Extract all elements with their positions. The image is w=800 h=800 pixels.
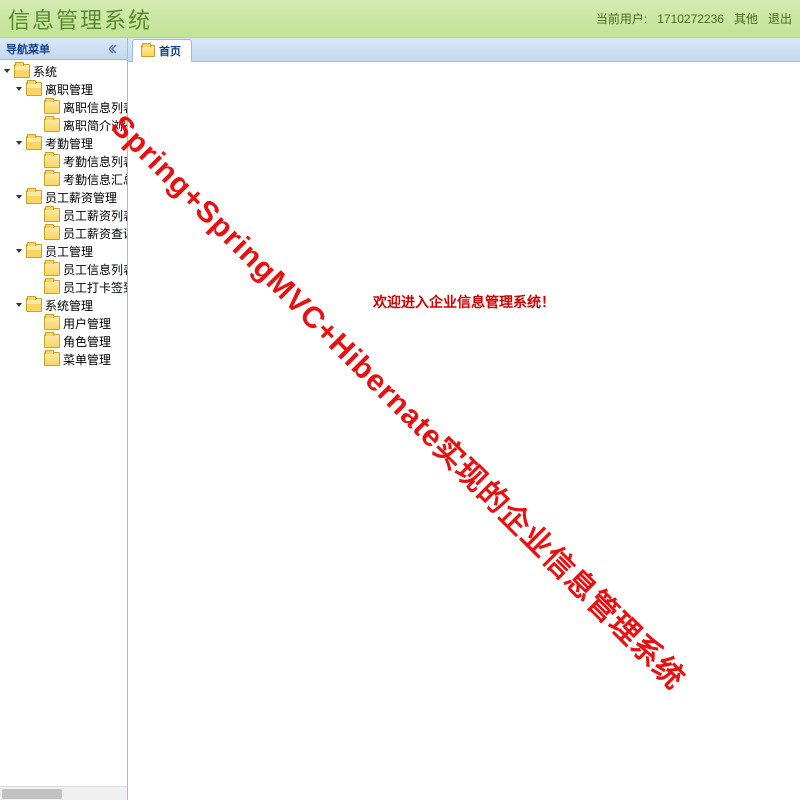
tree-node-15[interactable]: 角色管理 xyxy=(0,332,127,350)
folder-icon xyxy=(44,172,60,186)
expand-icon[interactable] xyxy=(32,318,42,328)
folder-icon xyxy=(44,316,60,330)
main-layout: 导航菜单 系统离职管理离职信息列表离职简介浏览考勤管理考勤信息列表考勤信息汇总员… xyxy=(0,38,800,800)
tree-node-label: 员工薪资查询 xyxy=(63,225,127,242)
expand-icon[interactable] xyxy=(32,156,42,166)
folder-icon xyxy=(44,226,60,240)
main-content: 欢迎进入企业信息管理系统！ xyxy=(128,62,800,800)
tree-node-label: 系统 xyxy=(33,63,57,80)
tree-node-label: 员工打卡签到 xyxy=(63,279,127,296)
collapse-sidebar-icon[interactable] xyxy=(107,42,121,56)
tree-node-4[interactable]: 考勤管理 xyxy=(0,134,127,152)
collapse-icon[interactable] xyxy=(2,66,12,76)
header-user-area: 当前用户: 1710272236 其他 退出 xyxy=(596,10,792,27)
sidebar-title: 导航菜单 xyxy=(6,41,50,57)
folder-icon xyxy=(44,280,60,294)
tree-node-label: 用户管理 xyxy=(63,315,111,332)
tree-node-2[interactable]: 离职信息列表 xyxy=(0,98,127,116)
sidebar-header: 导航菜单 xyxy=(0,38,127,60)
expand-icon[interactable] xyxy=(32,174,42,184)
folder-icon xyxy=(26,244,42,258)
folder-icon xyxy=(44,208,60,222)
tree-node-label: 离职管理 xyxy=(45,81,93,98)
collapse-icon[interactable] xyxy=(14,138,24,148)
folder-icon xyxy=(26,298,42,312)
sidebar-scrollbar[interactable] xyxy=(0,786,127,800)
folder-icon xyxy=(141,45,155,57)
welcome-message: 欢迎进入企业信息管理系统！ xyxy=(373,292,555,312)
tab-strip: 首页 xyxy=(128,38,800,62)
tree-node-3[interactable]: 离职简介浏览 xyxy=(0,116,127,134)
tree-node-label: 员工信息列表 xyxy=(63,261,127,278)
tree-node-10[interactable]: 员工管理 xyxy=(0,242,127,260)
tab-home[interactable]: 首页 xyxy=(132,39,192,62)
folder-icon xyxy=(44,262,60,276)
expand-icon[interactable] xyxy=(32,228,42,238)
tree-node-16[interactable]: 菜单管理 xyxy=(0,350,127,368)
tree-node-0[interactable]: 系统 xyxy=(0,62,127,80)
tree-node-8[interactable]: 员工薪资列表 xyxy=(0,206,127,224)
current-user-label: 当前用户: xyxy=(596,10,647,27)
tree-node-label: 员工管理 xyxy=(45,243,93,260)
tree-node-label: 考勤管理 xyxy=(45,135,93,152)
tree-node-label: 员工薪资管理 xyxy=(45,189,117,206)
folder-icon xyxy=(14,64,30,78)
current-user-id: 1710272236 xyxy=(657,12,724,26)
collapse-icon[interactable] xyxy=(14,192,24,202)
folder-icon xyxy=(26,82,42,96)
tree-node-13[interactable]: 系统管理 xyxy=(0,296,127,314)
expand-icon[interactable] xyxy=(32,210,42,220)
tree-node-7[interactable]: 员工薪资管理 xyxy=(0,188,127,206)
app-title: 信息管理系统 xyxy=(8,3,152,35)
collapse-icon[interactable] xyxy=(14,84,24,94)
expand-icon[interactable] xyxy=(32,102,42,112)
expand-icon[interactable] xyxy=(32,354,42,364)
tree-node-label: 角色管理 xyxy=(63,333,111,350)
tab-label: 首页 xyxy=(159,43,181,59)
tree-node-12[interactable]: 员工打卡签到 xyxy=(0,278,127,296)
tree-node-label: 离职信息列表 xyxy=(63,99,127,116)
app-header: 信息管理系统 当前用户: 1710272236 其他 退出 xyxy=(0,0,800,38)
tree-node-label: 考勤信息汇总 xyxy=(63,171,127,188)
expand-icon[interactable] xyxy=(32,282,42,292)
tree-node-label: 离职简介浏览 xyxy=(63,117,127,134)
tree-node-label: 菜单管理 xyxy=(63,351,111,368)
tree-node-label: 员工薪资列表 xyxy=(63,207,127,224)
tree-node-6[interactable]: 考勤信息汇总 xyxy=(0,170,127,188)
folder-icon xyxy=(44,100,60,114)
tree-node-14[interactable]: 用户管理 xyxy=(0,314,127,332)
expand-icon[interactable] xyxy=(32,336,42,346)
expand-icon[interactable] xyxy=(32,120,42,130)
folder-icon xyxy=(44,352,60,366)
tree-node-5[interactable]: 考勤信息列表 xyxy=(0,152,127,170)
collapse-icon[interactable] xyxy=(14,246,24,256)
collapse-icon[interactable] xyxy=(14,300,24,310)
folder-icon xyxy=(44,154,60,168)
main-panel: 首页 欢迎进入企业信息管理系统！ xyxy=(128,38,800,800)
other-menu[interactable]: 其他 xyxy=(734,10,758,27)
tree-node-1[interactable]: 离职管理 xyxy=(0,80,127,98)
scrollbar-thumb[interactable] xyxy=(2,789,62,799)
tree-node-label: 系统管理 xyxy=(45,297,93,314)
folder-icon xyxy=(44,334,60,348)
expand-icon[interactable] xyxy=(32,264,42,274)
folder-icon xyxy=(26,136,42,150)
folder-icon xyxy=(26,190,42,204)
nav-sidebar: 导航菜单 系统离职管理离职信息列表离职简介浏览考勤管理考勤信息列表考勤信息汇总员… xyxy=(0,38,128,800)
nav-tree: 系统离职管理离职信息列表离职简介浏览考勤管理考勤信息列表考勤信息汇总员工薪资管理… xyxy=(0,60,127,786)
tree-node-11[interactable]: 员工信息列表 xyxy=(0,260,127,278)
tree-node-9[interactable]: 员工薪资查询 xyxy=(0,224,127,242)
tree-node-label: 考勤信息列表 xyxy=(63,153,127,170)
logout-link[interactable]: 退出 xyxy=(768,10,792,27)
folder-icon xyxy=(44,118,60,132)
